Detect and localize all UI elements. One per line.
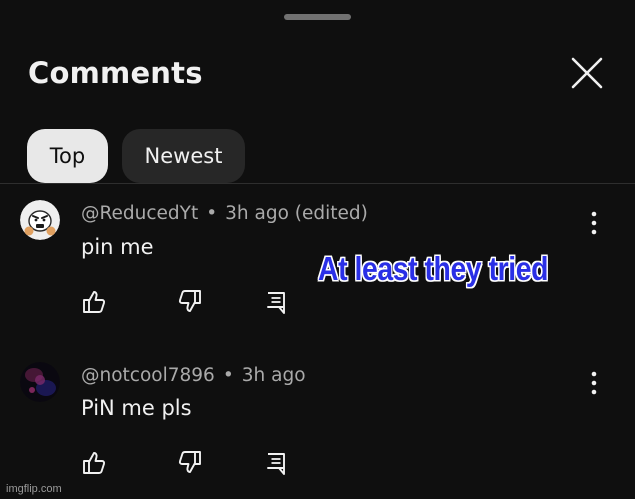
thumbs-up-icon: [83, 291, 106, 313]
filter-chip-top[interactable]: Top: [27, 129, 108, 183]
thumbs-up-icon: [83, 452, 106, 474]
drag-handle[interactable]: [284, 14, 351, 20]
thumbs-down-icon: [178, 451, 201, 473]
avatar-icon: [20, 200, 60, 240]
comment-time: 3h ago: [241, 365, 306, 386]
dislike-button[interactable]: [177, 288, 203, 314]
like-button[interactable]: [81, 289, 107, 315]
like-button[interactable]: [81, 450, 107, 476]
reply-button[interactable]: [264, 451, 290, 477]
meta-separator: •: [222, 365, 234, 386]
avatar[interactable]: [20, 362, 60, 402]
dislike-button[interactable]: [177, 449, 203, 475]
avatar-icon: [20, 362, 60, 402]
sheet-title: Comments: [28, 56, 203, 90]
comment-meta: @ReducedYt • 3h ago (edited): [81, 203, 368, 224]
watermark: imgflip.com: [6, 483, 62, 495]
avatar[interactable]: [20, 200, 60, 240]
thumbs-down-icon: [178, 290, 201, 312]
comment-menu-button[interactable]: [583, 209, 605, 237]
close-icon: [571, 57, 603, 89]
more-vertical-icon: [591, 211, 597, 235]
close-button[interactable]: [568, 54, 606, 92]
filter-chip-newest[interactable]: Newest: [122, 129, 245, 183]
more-vertical-icon: [591, 371, 597, 395]
comment-author[interactable]: @ReducedYt: [81, 203, 198, 224]
reply-icon: [267, 292, 285, 314]
comment-meta: @notcool7896 • 3h ago: [81, 365, 306, 386]
comment-text: pin me: [81, 235, 154, 259]
comment-author[interactable]: @notcool7896: [81, 365, 215, 386]
divider: [0, 183, 635, 184]
reply-button[interactable]: [264, 290, 290, 316]
comment-menu-button[interactable]: [583, 369, 605, 397]
meme-caption: At least they tried: [318, 250, 548, 287]
comment-time: 3h ago (edited): [225, 203, 368, 224]
meta-separator: •: [206, 203, 218, 224]
reply-icon: [267, 453, 285, 475]
comment-text: PiN me pls: [81, 396, 192, 420]
